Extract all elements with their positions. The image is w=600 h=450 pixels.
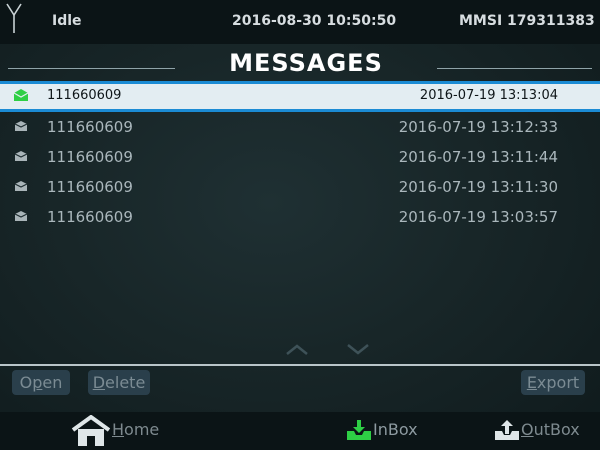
nav-home[interactable]: Home [70, 412, 190, 450]
message-row[interactable]: 111660609 2016-07-19 13:11:30 [0, 174, 600, 203]
selection-accent [0, 109, 600, 112]
message-sender: 111660609 [47, 148, 133, 166]
title-divider-right [437, 68, 592, 69]
scroll-arrows [286, 344, 369, 355]
home-icon [71, 415, 111, 446]
delete-button[interactable]: Delete [88, 370, 150, 395]
message-row[interactable]: 111660609 2016-07-19 13:12:33 [0, 114, 600, 143]
message-datetime: 2016-07-19 13:12:33 [398, 118, 558, 136]
message-row[interactable]: 111660609 2016-07-19 13:11:44 [0, 144, 600, 173]
status-mmsi: MMSI 179311383 [459, 13, 595, 29]
nav-outbox[interactable]: OutBox [494, 412, 600, 450]
message-row[interactable]: 111660609 2016-07-19 13:03:57 [0, 204, 600, 233]
chevron-up-icon[interactable] [286, 344, 308, 355]
action-separator [0, 364, 600, 366]
chevron-down-icon[interactable] [347, 344, 369, 355]
envelope-open-icon [14, 121, 28, 131]
nav-inbox[interactable]: InBox [346, 412, 456, 450]
status-datetime: 2016-08-30 10:50:50 [232, 13, 397, 29]
status-bar: Idle 2016-08-30 10:50:50 MMSI 179311383 [0, 0, 600, 44]
message-datetime: 2016-07-19 13:11:44 [398, 148, 558, 166]
outbox-tray-icon [495, 420, 519, 440]
export-button[interactable]: Export [521, 370, 585, 395]
message-datetime: 2016-07-19 13:11:30 [398, 178, 558, 196]
message-sender: 111660609 [47, 88, 122, 103]
status-state: Idle [52, 13, 82, 29]
envelope-open-icon [14, 211, 28, 221]
inbox-tray-icon [347, 420, 371, 440]
title-row: MESSAGES INBOX [0, 48, 600, 105]
envelope-open-icon [13, 89, 29, 101]
envelope-open-icon [14, 151, 28, 161]
message-sender: 111660609 [47, 118, 133, 136]
antenna-icon [6, 3, 22, 33]
envelope-open-icon [14, 181, 28, 191]
message-sender: 111660609 [47, 178, 133, 196]
message-datetime: 2016-07-19 13:03:57 [398, 208, 558, 226]
message-sender: 111660609 [47, 208, 133, 226]
bottom-nav: Home InBox OutBox [0, 412, 600, 450]
title-divider-left [8, 68, 175, 69]
open-button[interactable]: Open [12, 370, 70, 395]
message-row-selected[interactable]: 111660609 2016-07-19 13:13:04 [0, 84, 600, 109]
message-datetime: 2016-07-19 13:13:04 [419, 88, 558, 103]
